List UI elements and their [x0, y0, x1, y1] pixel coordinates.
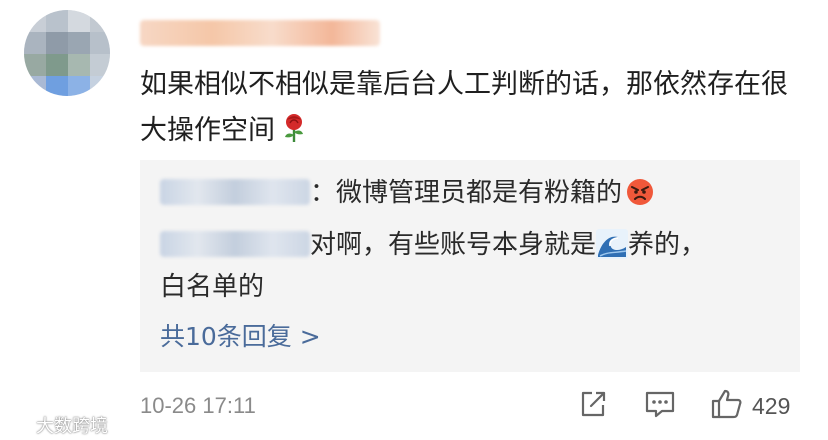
- avatar[interactable]: [24, 10, 110, 96]
- weibo-logo-icon: [6, 411, 36, 438]
- thumbs-up-icon: [710, 388, 744, 424]
- angry-face-icon: [626, 178, 654, 215]
- reply-username-redacted[interactable]: [160, 231, 310, 257]
- reply-text: ：微博管理员都是有粉籍的: [310, 178, 623, 208]
- username-redacted[interactable]: [140, 20, 380, 46]
- reply-username-redacted[interactable]: [160, 179, 310, 205]
- reply-item[interactable]: 对啊，有些账号本身就是 养的，: [160, 228, 706, 268]
- like-count: 429: [752, 392, 791, 419]
- more-replies-link[interactable]: 共10条回复 >: [160, 320, 321, 354]
- replies-panel: ：微博管理员都是有粉籍的 对啊，有些账号本身就是 养的， 白名单的 共10条回复: [140, 160, 800, 372]
- reply-text: 对啊，有些账号本身就是: [310, 230, 597, 260]
- watermark-text: 大数跨境: [36, 415, 108, 437]
- share-button[interactable]: [578, 388, 608, 424]
- rose-icon: [281, 112, 307, 158]
- reply-text-continued: 白名单的: [160, 272, 265, 302]
- comment-text: 如果相似不相似是靠后台人工判断的话，那依然存在很大操作空间: [140, 69, 788, 146]
- like-button[interactable]: 429: [710, 388, 790, 424]
- comment-icon: [644, 389, 676, 423]
- comment-card: 如果相似不相似是靠后台人工判断的话，那依然存在很大操作空间 ：微博管理员都是有粉…: [0, 0, 828, 440]
- wave-icon: [596, 229, 629, 268]
- reply-text-tail: 养的，: [628, 230, 707, 260]
- comment-body: 如果相似不相似是靠后台人工判断的话，那依然存在很大操作空间: [140, 62, 800, 158]
- reply-item[interactable]: ：微博管理员都是有粉籍的: [160, 176, 654, 215]
- watermark: 大数跨境: [6, 411, 108, 438]
- comment-timestamp: 10-26 17:11: [140, 393, 256, 418]
- comment-button[interactable]: [644, 388, 676, 424]
- share-icon: [578, 389, 608, 423]
